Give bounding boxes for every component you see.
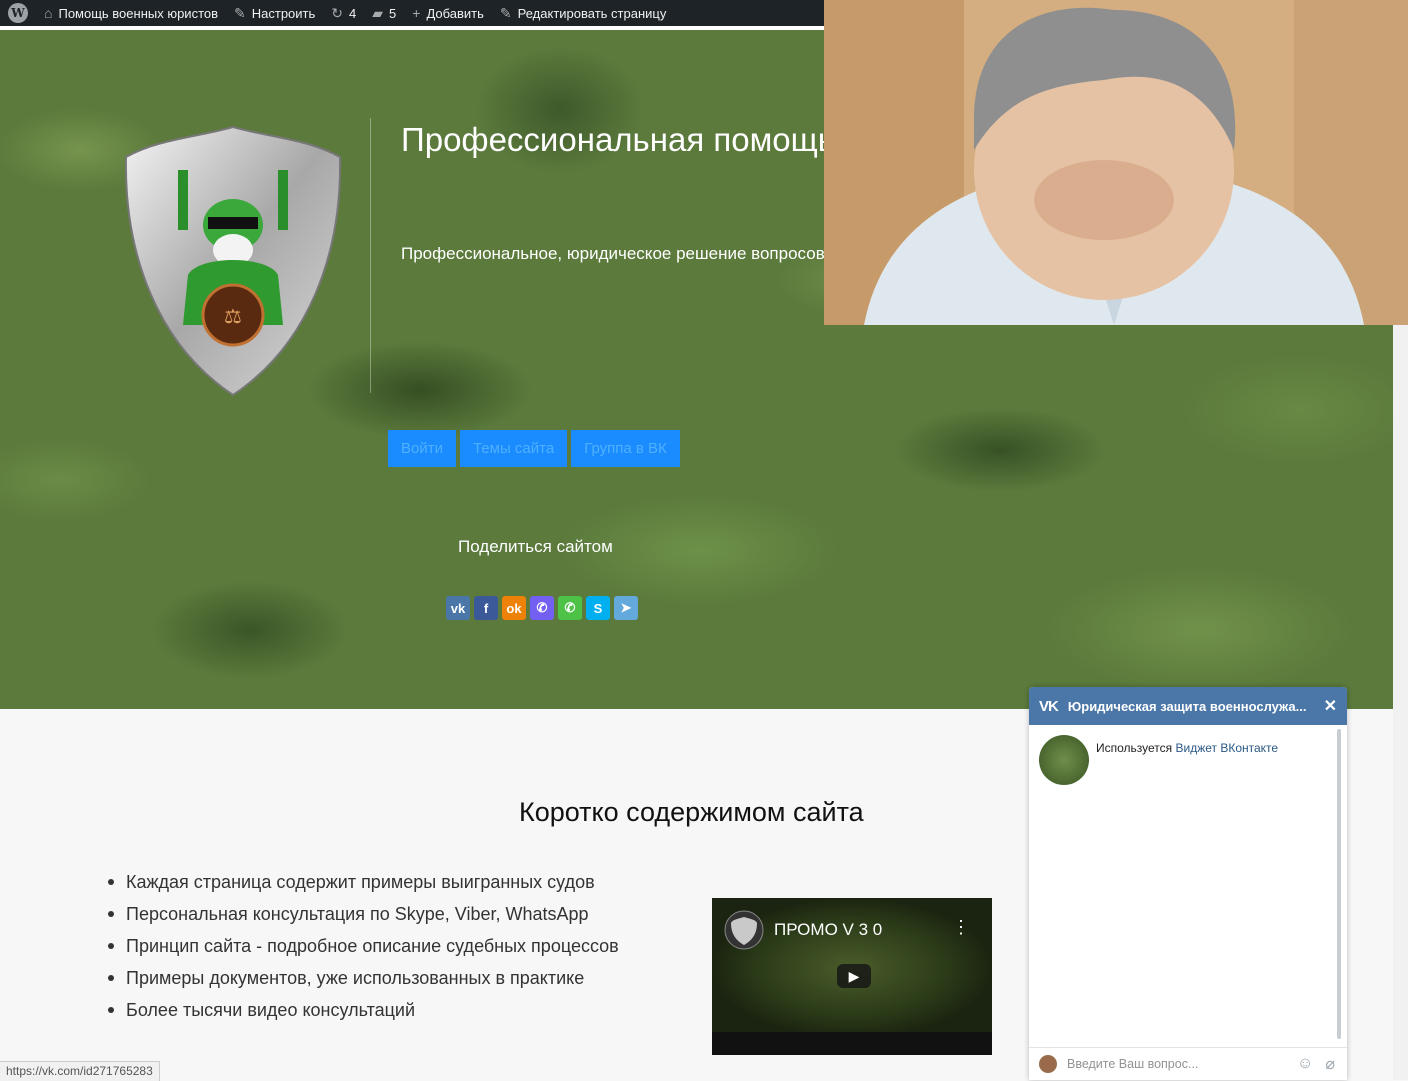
close-icon[interactable]: ✕: [1324, 696, 1337, 716]
vk-messages-widget: VK Юридическая защита военнослужа... ✕ И…: [1029, 687, 1347, 1080]
list-item-text: Каждая страница содержит примеры выигран…: [126, 872, 595, 892]
bullet-icon: [108, 975, 114, 981]
features-list: Каждая страница содержит примеры выигран…: [108, 866, 619, 1026]
play-button-icon[interactable]: ▶: [837, 964, 871, 988]
list-item: Примеры документов, уже использованных в…: [108, 962, 619, 994]
svg-text:⚖: ⚖: [224, 304, 242, 328]
pencil-icon: ✎: [499, 4, 512, 21]
share-buttons: vk f ok ✆ ✆ S ➤: [446, 596, 638, 620]
user-avatar: [1039, 1055, 1057, 1073]
webcam-person-image: [824, 0, 1408, 325]
vk-scrollbar[interactable]: [1337, 729, 1341, 1039]
channel-avatar-icon: [724, 910, 764, 950]
site-topics-button[interactable]: Темы сайта: [459, 430, 568, 467]
list-item: Каждая страница содержит примеры выигран…: [108, 866, 619, 898]
add-new-label: Добавить: [426, 5, 484, 21]
facebook-icon: f: [483, 600, 489, 616]
whatsapp-icon: ✆: [564, 600, 576, 615]
wp-logo-menu[interactable]: W: [0, 0, 36, 26]
edit-page-menu[interactable]: ✎ Редактировать страницу: [492, 0, 674, 26]
skype-icon: S: [593, 600, 603, 616]
list-item-text: Более тысячи видео консультаций: [126, 1000, 416, 1020]
vk-message-text: Используется Виджет ВКонтакте: [1096, 735, 1278, 785]
bullet-icon: [108, 911, 114, 917]
vk-logo-icon: VK: [1039, 697, 1059, 715]
list-item: Принцип сайта - подробное описание судеб…: [108, 930, 619, 962]
refresh-icon: ↻: [331, 4, 344, 21]
list-item: Персональная консультация по Skype, Vibe…: [108, 898, 619, 930]
whatsapp-share-button[interactable]: ✆: [558, 596, 582, 620]
video-menu-icon[interactable]: ⋮: [952, 918, 970, 936]
content-section-title: Коротко содержимом сайта: [519, 797, 864, 827]
site-name-label: Помощь военных юристов: [58, 5, 219, 21]
emoji-icon[interactable]: ☺: [1297, 1055, 1313, 1073]
dashboard-icon: ⌂: [44, 5, 53, 21]
vk-icon: vk: [450, 600, 466, 616]
bullet-icon: [108, 1007, 114, 1013]
vk-share-button[interactable]: vk: [446, 596, 470, 620]
list-item-text: Принцип сайта - подробное описание судеб…: [126, 936, 619, 956]
comment-icon: ▰: [372, 4, 384, 21]
video-title[interactable]: ПРОМО V 3 0: [774, 920, 882, 940]
vk-message-prefix: Используется: [1096, 741, 1173, 755]
plus-icon: +: [412, 5, 421, 21]
vk-message: Используется Виджет ВКонтакте: [1039, 735, 1278, 785]
brush-icon: ✎: [234, 4, 246, 21]
list-item: Более тысячи видео консультаций: [108, 994, 619, 1026]
odnoklassniki-icon: ok: [506, 600, 522, 616]
list-item-text: Персональная консультация по Skype, Vibe…: [126, 904, 589, 924]
vk-widget-link[interactable]: Виджет ВКонтакте: [1176, 741, 1279, 755]
vk-widget-header[interactable]: VK Юридическая защита военнослужа... ✕: [1029, 687, 1347, 725]
list-item-text: Примеры документов, уже использованных в…: [126, 968, 585, 988]
bullet-icon: [108, 879, 114, 885]
wp-admin-bar: W ⌂ Помощь военных юристов ✎ Настроить ↻…: [0, 0, 824, 26]
edit-page-label: Редактировать страницу: [517, 5, 667, 21]
page-scrollbar[interactable]: [1393, 325, 1408, 1080]
shield-logo-icon: ⚖: [124, 125, 342, 397]
telegram-share-button[interactable]: ➤: [614, 596, 638, 620]
login-button[interactable]: Войти: [388, 430, 456, 467]
comments-menu[interactable]: ▰ 5: [364, 0, 404, 26]
add-new-menu[interactable]: + Добавить: [404, 0, 492, 26]
customize-menu[interactable]: ✎ Настроить: [226, 0, 323, 26]
viber-icon: ✆: [536, 600, 548, 615]
telegram-icon: ➤: [620, 600, 632, 615]
webcam-overlay: [824, 0, 1408, 325]
promo-video-embed[interactable]: ПРОМО V 3 0 ⋮ ▶: [712, 898, 992, 1055]
wordpress-icon: W: [8, 3, 28, 23]
hero-divider: [370, 118, 371, 393]
share-label: Поделиться сайтом: [458, 537, 613, 556]
skype-share-button[interactable]: S: [586, 596, 610, 620]
bullet-icon: [108, 943, 114, 949]
vk-input-bar: Введите Ваш вопрос... ☺ ⌀: [1029, 1047, 1347, 1080]
updates-count: 4: [349, 5, 357, 21]
attachment-icon[interactable]: ⌀: [1325, 1054, 1335, 1074]
community-avatar: [1039, 735, 1089, 785]
site-name-menu[interactable]: ⌂ Помощь военных юристов: [36, 0, 226, 26]
updates-menu[interactable]: ↻ 4: [323, 0, 364, 26]
vk-widget-title: Юридическая защита военнослужа...: [1067, 698, 1307, 714]
odnoklassniki-share-button[interactable]: ok: [502, 596, 526, 620]
comments-count: 5: [389, 5, 397, 21]
facebook-share-button[interactable]: f: [474, 596, 498, 620]
vk-group-button[interactable]: Группа в ВК: [571, 430, 680, 467]
viber-share-button[interactable]: ✆: [530, 596, 554, 620]
vk-question-input[interactable]: Введите Ваш вопрос...: [1067, 1057, 1297, 1071]
customize-label: Настроить: [251, 5, 316, 21]
browser-status-url: https://vk.com/id271765283: [0, 1061, 160, 1081]
hero-buttons: Войти Темы сайта Группа в ВК: [388, 430, 680, 467]
